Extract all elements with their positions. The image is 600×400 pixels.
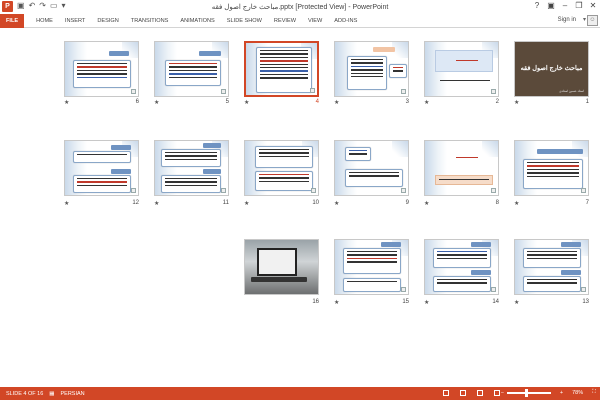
normal-view-icon[interactable] bbox=[443, 390, 449, 396]
tab-design[interactable]: DESIGN bbox=[91, 18, 124, 24]
slide-number: 8 bbox=[495, 200, 499, 206]
slide-thumbnail-8[interactable] bbox=[424, 140, 499, 196]
status-bar: SLIDE 4 OF 16 ▦ PERSIAN − + 78% ⛶ bbox=[0, 387, 600, 400]
zoom-control: − + 78% ⛶ bbox=[495, 388, 596, 397]
slide-transition-icon[interactable]: ★ bbox=[334, 299, 339, 306]
slide-title: مباحث خارج اصول فقه bbox=[520, 65, 583, 72]
zoom-in-button[interactable]: + bbox=[560, 390, 563, 396]
slide-thumbnail-12[interactable] bbox=[64, 140, 139, 196]
tab-slide-show[interactable]: SLIDE SHOW bbox=[221, 18, 268, 24]
tab-view[interactable]: VIEW bbox=[302, 18, 328, 24]
slide-sorter-view-icon[interactable] bbox=[460, 390, 466, 396]
slide-thumbnail-1[interactable]: مباحث خارج اصول فقه استاد حسین استادی bbox=[514, 41, 589, 97]
ribbon-options-icon[interactable]: ▣ bbox=[544, 0, 558, 12]
slide-number: 12 bbox=[132, 200, 139, 206]
slide-transition-icon[interactable]: ★ bbox=[424, 299, 429, 306]
slide-thumbnail-11[interactable] bbox=[154, 140, 229, 196]
slide-transition-icon[interactable]: ★ bbox=[514, 299, 519, 306]
slide-transition-icon[interactable]: ★ bbox=[514, 200, 519, 207]
sign-in-link[interactable]: Sign in bbox=[558, 17, 576, 23]
slide-number: 7 bbox=[585, 200, 589, 206]
language-indicator[interactable]: PERSIAN bbox=[61, 391, 85, 397]
window-title: مباحث خارج اصول فقه.pptx [Protected View… bbox=[211, 4, 389, 11]
slide-number: 9 bbox=[405, 200, 409, 206]
slide-thumbnail-4-selected[interactable] bbox=[244, 41, 319, 97]
slide-number: 14 bbox=[492, 299, 499, 305]
ribbon-tabs: FILE HOME INSERT DESIGN TRANSITIONS ANIM… bbox=[0, 13, 600, 28]
slide-number: 5 bbox=[225, 99, 229, 105]
slide-thumbnail-14[interactable] bbox=[424, 239, 499, 295]
window-controls: ? ▣ – ❐ ✕ bbox=[530, 0, 600, 12]
slide-number: 6 bbox=[135, 99, 139, 105]
help-icon[interactable]: ? bbox=[530, 0, 544, 12]
slide-transition-icon[interactable]: ★ bbox=[334, 99, 339, 106]
slide-number: 1 bbox=[585, 99, 589, 105]
tab-add-ins[interactable]: ADD-INS bbox=[328, 18, 363, 24]
slide-number: 4 bbox=[315, 99, 319, 105]
zoom-level[interactable]: 78% bbox=[572, 390, 583, 396]
slide-thumbnail-2[interactable] bbox=[424, 41, 499, 97]
restore-icon[interactable]: ❐ bbox=[572, 0, 586, 12]
tab-insert[interactable]: INSERT bbox=[59, 18, 91, 24]
slide-transition-icon[interactable]: ★ bbox=[334, 200, 339, 207]
zoom-slider[interactable] bbox=[506, 388, 551, 397]
slide-number: 15 bbox=[402, 299, 409, 305]
reading-view-icon[interactable] bbox=[477, 390, 483, 396]
account-avatar-icon[interactable]: ☺ bbox=[587, 15, 598, 26]
slide-thumbnail-5[interactable] bbox=[154, 41, 229, 97]
slide-info: SLIDE 4 OF 16 bbox=[6, 390, 44, 397]
slide-thumbnail-15[interactable] bbox=[334, 239, 409, 295]
slide-transition-icon[interactable]: ★ bbox=[424, 99, 429, 106]
slide-transition-icon[interactable]: ★ bbox=[514, 99, 519, 106]
slide-transition-icon[interactable]: ★ bbox=[424, 200, 429, 207]
view-buttons bbox=[437, 390, 500, 396]
zoom-out-button[interactable]: − bbox=[501, 390, 504, 396]
tab-transitions[interactable]: TRANSITIONS bbox=[125, 18, 175, 24]
slide-transition-icon[interactable]: ★ bbox=[64, 200, 69, 207]
slide-thumbnail-16[interactable] bbox=[244, 239, 319, 295]
slide-thumbnail-7[interactable] bbox=[514, 140, 589, 196]
slide-number: 10 bbox=[312, 200, 319, 206]
title-bar: P ▣ ↶ ↷ ▭ ▾ مباحث خارج اصول فقه.pptx [Pr… bbox=[0, 0, 600, 14]
slide-number: 3 bbox=[405, 99, 409, 105]
account-dropdown-icon[interactable]: ▾ bbox=[583, 16, 586, 23]
slide-transition-icon[interactable]: ★ bbox=[154, 99, 159, 106]
slide-number: 13 bbox=[582, 299, 589, 305]
minimize-icon[interactable]: – bbox=[558, 0, 572, 12]
slide-thumbnail-9[interactable] bbox=[334, 140, 409, 196]
slide-thumbnail-13[interactable] bbox=[514, 239, 589, 295]
slide-transition-icon[interactable]: ★ bbox=[244, 99, 249, 106]
slide-number: 16 bbox=[312, 299, 319, 305]
laptop-image bbox=[257, 248, 297, 276]
spellcheck-icon[interactable]: ▦ bbox=[49, 391, 54, 397]
slide-thumbnail-6[interactable] bbox=[64, 41, 139, 97]
tab-animations[interactable]: ANIMATIONS bbox=[174, 18, 220, 24]
tab-review[interactable]: REVIEW bbox=[268, 18, 302, 24]
slide-transition-icon[interactable]: ★ bbox=[154, 200, 159, 207]
slide-thumbnail-10[interactable] bbox=[244, 140, 319, 196]
slide-sorter: مباحث خارج اصول فقه استاد حسین استادی ★ … bbox=[0, 29, 600, 387]
slide-subtitle: استاد حسین استادی bbox=[559, 89, 584, 93]
slide-transition-icon[interactable]: ★ bbox=[64, 99, 69, 106]
slide-thumbnail-3[interactable] bbox=[334, 41, 409, 97]
slide-number: 11 bbox=[222, 200, 229, 206]
close-icon[interactable]: ✕ bbox=[586, 0, 600, 12]
tab-home[interactable]: HOME bbox=[30, 18, 59, 24]
slide-transition-icon[interactable]: ★ bbox=[244, 200, 249, 207]
tab-file[interactable]: FILE bbox=[0, 13, 25, 28]
slide-number: 2 bbox=[495, 99, 499, 105]
fit-to-window-icon[interactable]: ⛶ bbox=[592, 389, 596, 396]
